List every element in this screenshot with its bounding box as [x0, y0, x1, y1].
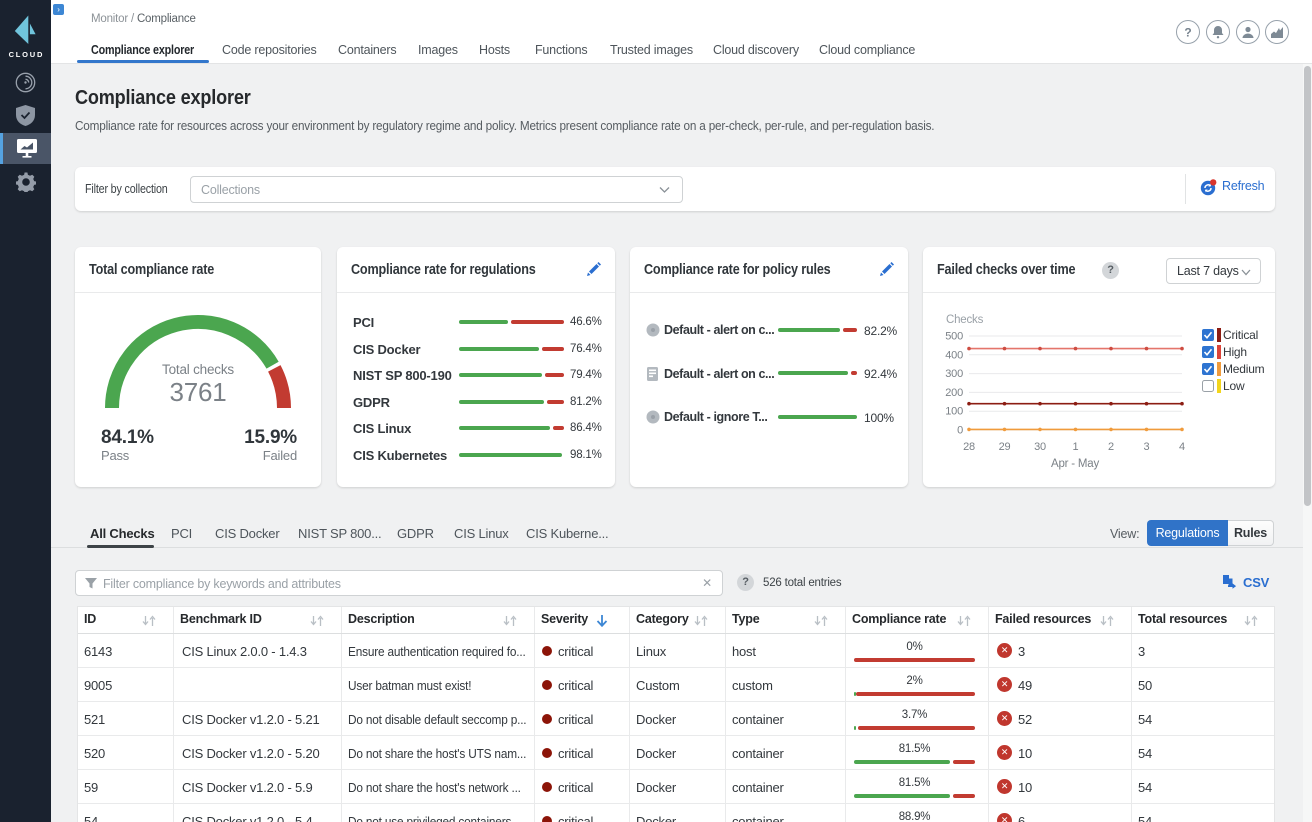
svg-text:Checks: Checks	[946, 314, 984, 326]
svg-text:4: 4	[1179, 441, 1185, 453]
svg-text:Critical: Critical	[1223, 328, 1258, 342]
svg-text:30: 30	[1034, 441, 1046, 453]
svg-text:?: ?	[1184, 26, 1191, 40]
svg-text:400: 400	[945, 349, 963, 361]
svg-text:2: 2	[1108, 441, 1114, 453]
svg-text:Low: Low	[1223, 379, 1245, 393]
svg-text:High: High	[1223, 345, 1247, 359]
svg-text:Medium: Medium	[1223, 362, 1265, 376]
svg-text:500: 500	[945, 331, 963, 343]
svg-text:29: 29	[999, 441, 1011, 453]
svg-text:Apr - May: Apr - May	[1051, 458, 1099, 470]
svg-text:3: 3	[1144, 441, 1150, 453]
svg-text:0: 0	[957, 425, 963, 437]
svg-text:1: 1	[1073, 441, 1079, 453]
svg-text:300: 300	[945, 368, 963, 380]
svg-text:28: 28	[963, 441, 975, 453]
svg-text:200: 200	[945, 387, 963, 399]
svg-text:100: 100	[945, 406, 963, 418]
